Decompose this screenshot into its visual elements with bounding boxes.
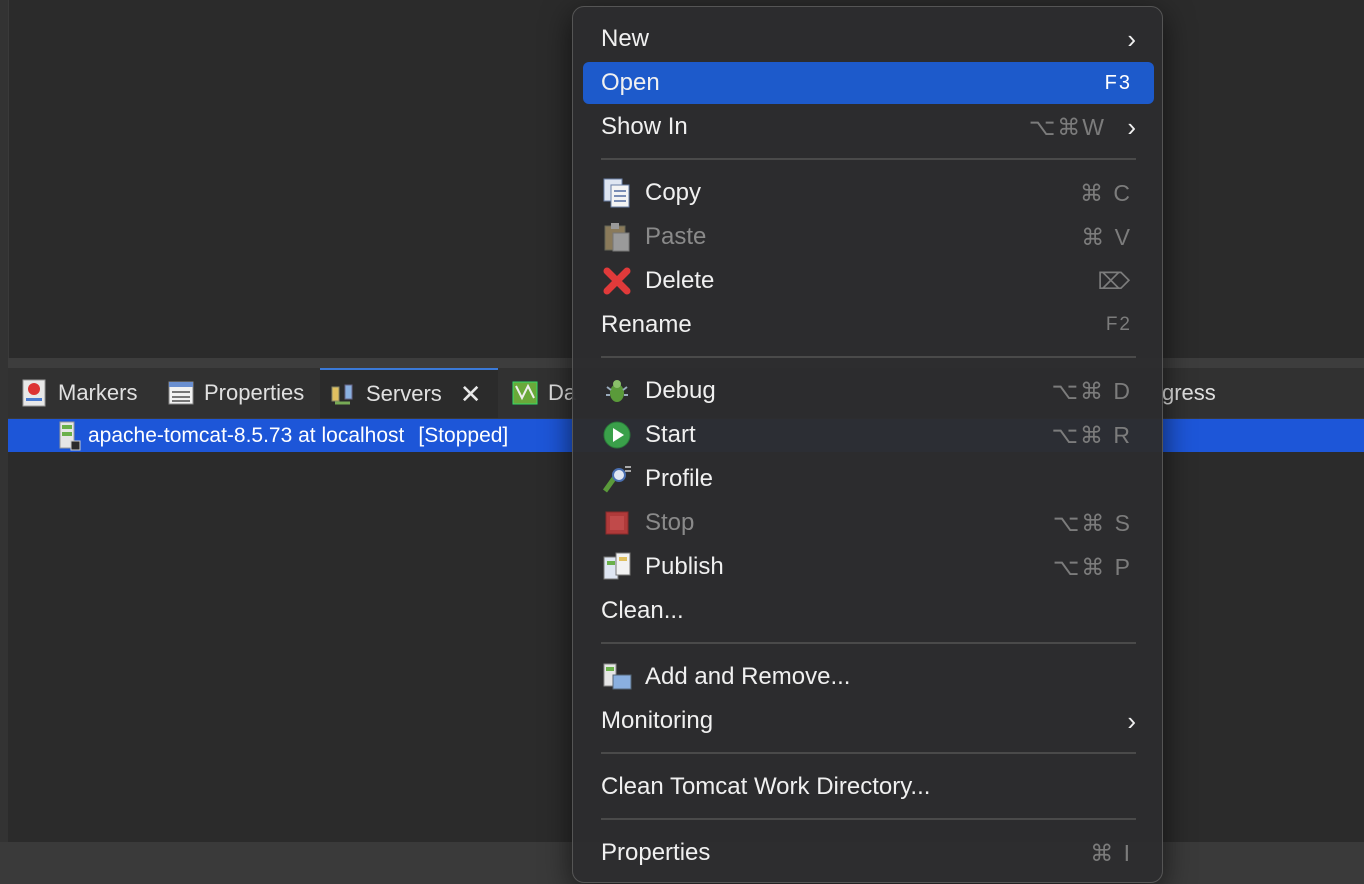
server-icon — [59, 421, 81, 450]
menu-item-new[interactable]: New › — [583, 18, 1154, 60]
left-edge-strip — [0, 0, 8, 884]
menu-item-delete-label: Delete — [645, 267, 715, 294]
menu-item-clean-label: Clean... — [601, 597, 684, 624]
menu-item-stop-label: Stop — [645, 509, 695, 536]
menu-item-rename-label: Rename — [601, 311, 692, 338]
menu-item-start-label: Start — [645, 421, 696, 448]
menu-item-start-shortcut: ⌥⌘ R — [1051, 421, 1132, 448]
tab-markers-label: Markers — [58, 380, 138, 405]
menu-item-rename[interactable]: Rename F2 — [583, 304, 1154, 346]
menu-item-add-and-remove-label: Add and Remove... — [645, 663, 851, 690]
menu-item-publish[interactable]: Publish ⌥⌘ P — [583, 546, 1154, 588]
menu-item-debug-shortcut: ⌥⌘ D — [1051, 377, 1132, 404]
tab-progress[interactable]: gress — [1154, 368, 1224, 418]
tab-markers[interactable]: Markers — [12, 368, 145, 418]
menu-item-properties-label: Properties — [601, 839, 711, 866]
paste-icon — [604, 223, 630, 252]
debug-icon — [606, 380, 628, 402]
menu-item-open-shortcut: F3 — [1104, 71, 1132, 94]
chevron-right-icon: › — [1127, 705, 1136, 736]
menu-item-stop[interactable]: Stop ⌥⌘ S — [583, 502, 1154, 544]
tab-servers-label: Servers — [366, 381, 442, 406]
menu-item-copy-shortcut: ⌘ C — [1080, 179, 1132, 206]
menu-item-debug-label: Debug — [645, 377, 716, 404]
menu-item-publish-shortcut: ⌥⌘ P — [1052, 553, 1132, 580]
server-name: apache-tomcat-8.5.73 at localhost — [88, 423, 405, 447]
start-icon — [603, 421, 631, 449]
copy-icon — [603, 178, 630, 208]
menu-item-add-and-remove[interactable]: Add and Remove... — [583, 656, 1154, 698]
menu-item-delete-shortcut: ⌦ — [1097, 267, 1132, 294]
menu-item-paste-label: Paste — [645, 223, 707, 250]
menu-item-stop-shortcut: ⌥⌘ S — [1052, 509, 1132, 536]
menu-item-show-in-shortcut: ⌥⌘W — [1028, 113, 1106, 140]
menu-separator — [601, 356, 1136, 358]
menu-item-copy[interactable]: Copy ⌘ C — [583, 172, 1154, 214]
servers-icon — [331, 384, 353, 405]
tab-properties[interactable]: Properties — [158, 368, 312, 418]
menu-item-new-label: New — [601, 25, 650, 52]
publish-icon — [603, 552, 631, 580]
menu-item-debug[interactable]: Debug ⌥⌘ D — [583, 370, 1154, 412]
menu-item-clean-tomcat-label: Clean Tomcat Work Directory... — [601, 773, 931, 800]
profile-icon — [602, 466, 631, 493]
tab-progress-label: gress — [1162, 380, 1216, 405]
tab-servers[interactable]: Servers ✕ — [320, 368, 498, 418]
menu-item-delete[interactable]: Delete ⌦ — [583, 260, 1154, 302]
close-icon[interactable]: ✕ — [460, 379, 482, 410]
add-remove-icon — [603, 663, 632, 690]
delete-icon — [603, 267, 631, 295]
menu-item-clean-tomcat-work-directory[interactable]: Clean Tomcat Work Directory... — [583, 766, 1154, 808]
menu-separator — [601, 752, 1136, 754]
tab-properties-label: Properties — [204, 380, 305, 405]
menu-item-start[interactable]: Start ⌥⌘ R — [583, 414, 1154, 456]
menu-item-copy-label: Copy — [645, 179, 702, 206]
menu-item-monitoring[interactable]: Monitoring › — [583, 700, 1154, 742]
server-state: [Stopped] — [418, 423, 509, 447]
stop-icon — [605, 511, 629, 535]
data-source-icon — [512, 381, 538, 405]
markers-icon — [22, 379, 46, 407]
menu-item-show-in[interactable]: Show In ⌥⌘W › — [583, 106, 1154, 148]
menu-item-paste-shortcut: ⌘ V — [1081, 223, 1132, 250]
menu-item-open-label: Open — [601, 69, 660, 96]
chevron-right-icon: › — [1127, 111, 1136, 142]
menu-item-clean[interactable]: Clean... — [583, 590, 1154, 632]
menu-separator — [601, 642, 1136, 644]
menu-item-profile[interactable]: Profile — [583, 458, 1154, 500]
properties-icon — [168, 381, 194, 405]
menu-item-monitoring-label: Monitoring — [601, 707, 714, 734]
chevron-right-icon: › — [1127, 23, 1136, 54]
menu-item-rename-shortcut: F2 — [1105, 314, 1132, 335]
menu-item-profile-label: Profile — [645, 465, 714, 492]
menu-item-paste[interactable]: Paste ⌘ V — [583, 216, 1154, 258]
menu-separator — [601, 818, 1136, 820]
menu-item-publish-label: Publish — [645, 553, 724, 580]
menu-item-properties[interactable]: Properties ⌘ I — [583, 832, 1154, 874]
menu-separator — [601, 158, 1136, 160]
menu-item-open[interactable]: Open F3 — [583, 62, 1154, 104]
context-menu: New › Open F3 Show In ⌥⌘W › Copy ⌘ C Pas… — [572, 6, 1163, 883]
menu-item-show-in-label: Show In — [601, 113, 688, 140]
menu-item-properties-shortcut: ⌘ I — [1090, 839, 1132, 866]
